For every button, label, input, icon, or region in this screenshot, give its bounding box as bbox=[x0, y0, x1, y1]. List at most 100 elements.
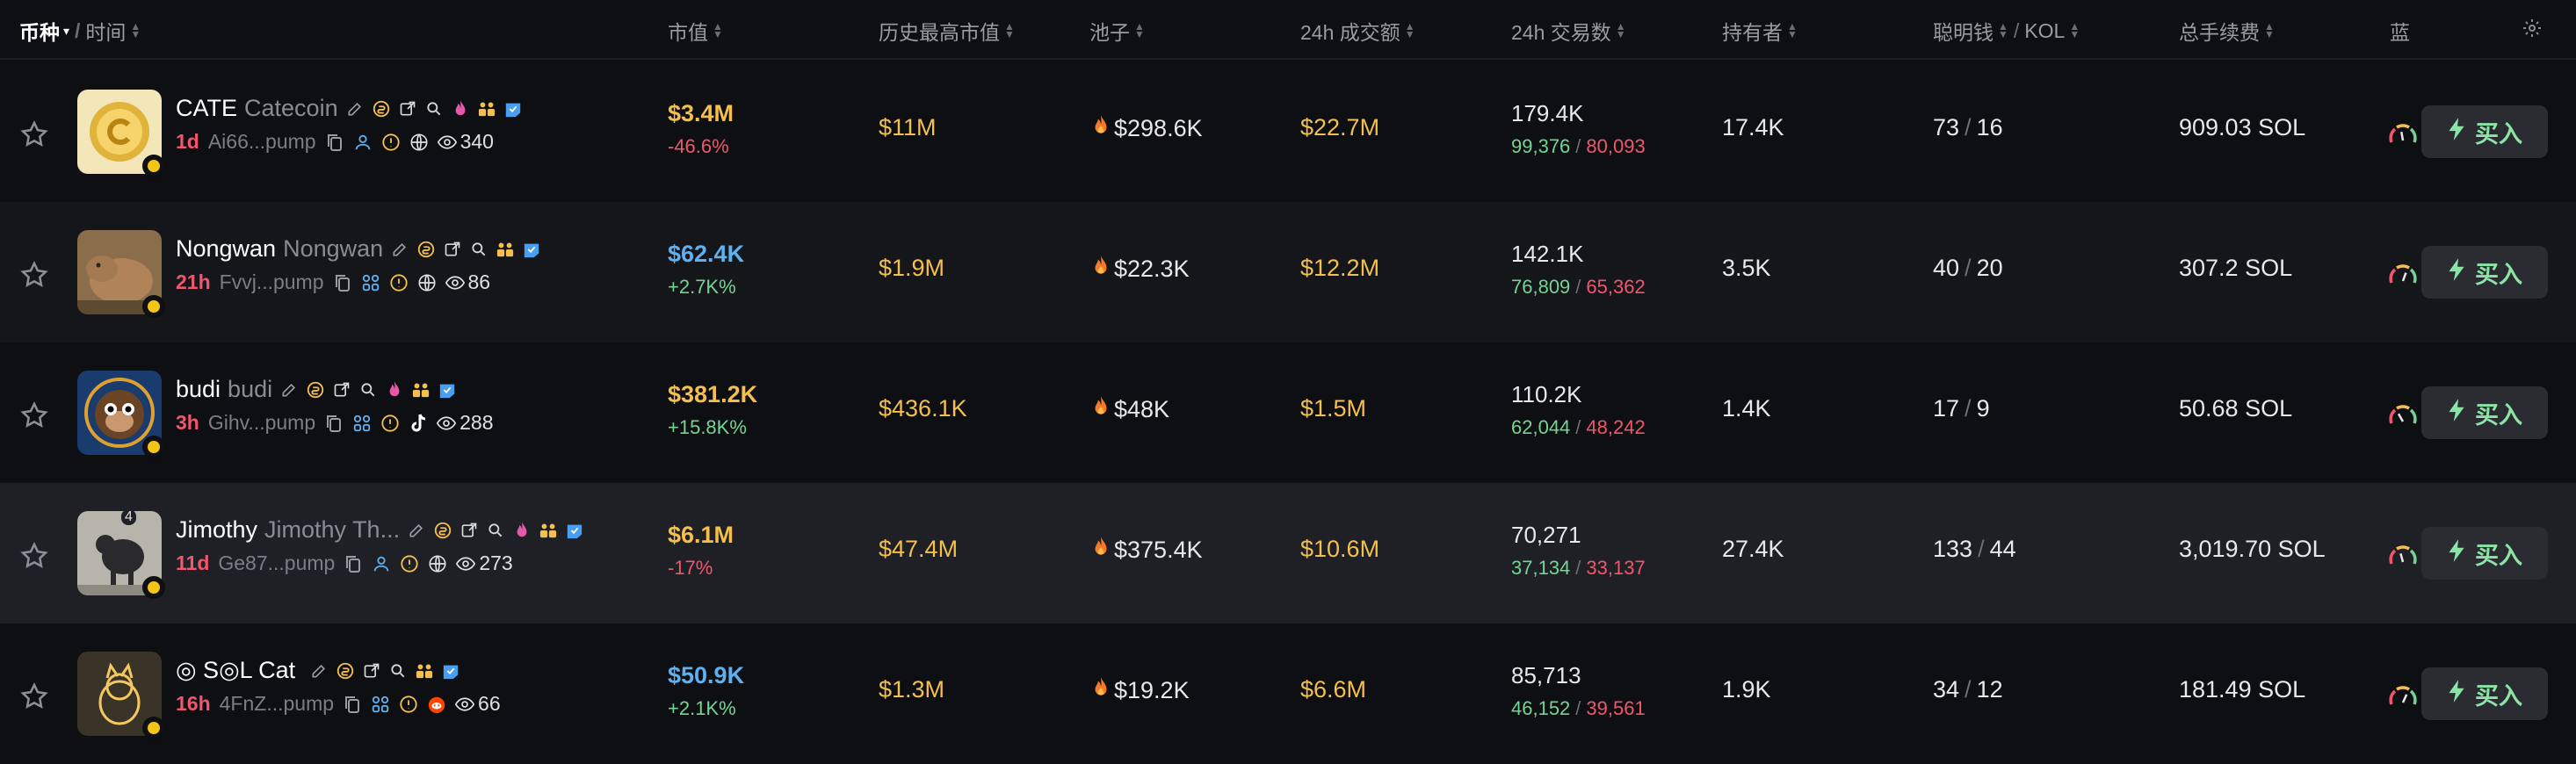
favorite-star-icon[interactable] bbox=[19, 400, 49, 430]
sell-count: 80,093 bbox=[1586, 135, 1646, 157]
liquidity-pool: $375.4K bbox=[1091, 536, 1203, 565]
share-icon[interactable] bbox=[362, 661, 381, 681]
tiktok-icon[interactable] bbox=[409, 413, 428, 433]
share-icon[interactable] bbox=[398, 99, 417, 119]
buy-sell-counts: 76,809/65,362 bbox=[1511, 276, 1646, 298]
smart-money-kol: 40/20 bbox=[1933, 255, 2003, 281]
market-cap-change: -46.6% bbox=[668, 135, 729, 157]
search-icon[interactable] bbox=[469, 240, 488, 259]
favorite-star-icon[interactable] bbox=[19, 119, 49, 149]
fire-icon bbox=[1091, 395, 1111, 424]
buy-label: 买入 bbox=[2475, 261, 2522, 288]
token-name-line: CATE Catecoin bbox=[176, 95, 523, 122]
market-cap-change: -17% bbox=[668, 557, 713, 579]
edit-pencil-icon[interactable] bbox=[390, 240, 409, 259]
edit-pencil-icon[interactable] bbox=[279, 380, 299, 400]
token-symbol[interactable]: Jimothy bbox=[176, 516, 257, 544]
favorite-star-icon[interactable] bbox=[19, 681, 49, 711]
market-cap: $3.4M bbox=[668, 100, 734, 126]
volume-column-header[interactable]: 24h 成交额 ▲ ▼ bbox=[1300, 16, 1415, 46]
share-icon[interactable] bbox=[459, 521, 479, 540]
coin-column-header[interactable]: 币种 ▾ / 时间 ▲ ▼ bbox=[19, 16, 141, 46]
holder-count: 17.4K bbox=[1722, 114, 1784, 141]
risk-gauge-icon bbox=[2388, 402, 2418, 427]
settings-gear-icon[interactable] bbox=[2522, 18, 2543, 39]
search-icon[interactable] bbox=[486, 521, 505, 540]
risk-gauge-icon bbox=[2388, 683, 2418, 708]
token-symbol[interactable]: budi bbox=[176, 376, 221, 403]
buy-count: 37,134 bbox=[1511, 557, 1571, 579]
copy-icon[interactable] bbox=[324, 414, 344, 433]
edit-pencil-icon[interactable] bbox=[407, 521, 426, 540]
token-row[interactable]: Jimothy Jimothy Th... 11d Ge87...pump 27… bbox=[0, 483, 2576, 623]
copy-icon[interactable] bbox=[343, 695, 362, 714]
holders-column-header[interactable]: 持有者 ▲ ▼ bbox=[1722, 16, 1798, 46]
buy-button[interactable]: 买入 bbox=[2421, 105, 2548, 158]
token-address[interactable]: Ge87...pump bbox=[218, 551, 335, 575]
website-globe-icon[interactable] bbox=[409, 133, 429, 152]
tx-count-24h: 179.4K bbox=[1511, 100, 1584, 126]
market-cap-change: +15.8K% bbox=[668, 416, 747, 438]
copy-icon[interactable] bbox=[344, 554, 363, 573]
token-age: 21h bbox=[176, 270, 211, 293]
mcap-column-header[interactable]: 市值 ▲ ▼ bbox=[668, 16, 723, 46]
token-address[interactable]: Gihv...pump bbox=[208, 411, 315, 435]
buy-button[interactable]: 买入 bbox=[2421, 667, 2548, 720]
token-row[interactable]: budi budi 3h Gihv...pump 288 $381.2K +15… bbox=[0, 342, 2576, 483]
copy-icon[interactable] bbox=[333, 273, 352, 292]
smart-money-count: 133 bbox=[1933, 536, 1973, 562]
blue-column-header[interactable]: 蓝 bbox=[2390, 16, 2410, 46]
time-sort-label[interactable]: 时间 bbox=[85, 16, 126, 46]
share-icon[interactable] bbox=[332, 380, 351, 400]
fees-column-header[interactable]: 总手续费 ▲ ▼ bbox=[2179, 16, 2275, 46]
buy-button[interactable]: 买入 bbox=[2421, 527, 2548, 580]
token-symbol[interactable]: CATE bbox=[176, 95, 237, 122]
search-icon[interactable] bbox=[424, 99, 444, 119]
buy-label: 买入 bbox=[2475, 120, 2522, 148]
txs-column-header[interactable]: 24h 交易数 ▲ ▼ bbox=[1511, 16, 1626, 46]
ath-column-header[interactable]: 历史最高市值 ▲ ▼ bbox=[879, 16, 1015, 46]
edit-pencil-icon[interactable] bbox=[345, 99, 365, 119]
sell-count: 48,242 bbox=[1586, 416, 1646, 438]
token-address[interactable]: Ai66...pump bbox=[208, 130, 316, 154]
copy-icon[interactable] bbox=[325, 133, 344, 152]
volume-24h: $10.6M bbox=[1300, 536, 1380, 562]
favorite-star-icon[interactable] bbox=[19, 541, 49, 571]
table-header: 币种 ▾ / 时间 ▲ ▼ 市值 ▲ ▼ 历史最高市值 ▲ ▼ 池子 ▲ ▼ 24h 成交额 ▲… bbox=[0, 0, 2576, 60]
token-meta-line: 16h 4FnZ...pump 66 bbox=[176, 692, 501, 716]
favorite-star-icon[interactable] bbox=[19, 260, 49, 290]
token-name-line: Nongwan Nongwan bbox=[176, 235, 541, 263]
buy-button[interactable]: 买入 bbox=[2421, 246, 2548, 299]
edit-pencil-icon[interactable] bbox=[309, 661, 329, 681]
pump-badge-icon bbox=[142, 576, 165, 599]
kol-count: 16 bbox=[1976, 114, 2003, 141]
token-row[interactable]: Nongwan Nongwan 21h Fvvj...pump 86 $62.4… bbox=[0, 202, 2576, 342]
tx-count-24h: 85,713 bbox=[1511, 662, 1581, 688]
ath-market-cap: $436.1K bbox=[879, 395, 967, 422]
coin-dollar-icon bbox=[306, 380, 325, 400]
website-globe-icon[interactable] bbox=[417, 273, 437, 292]
buy-button[interactable]: 买入 bbox=[2421, 386, 2548, 439]
token-address[interactable]: 4FnZ...pump bbox=[220, 692, 334, 716]
kol-count: 20 bbox=[1976, 255, 2003, 281]
website-globe-icon[interactable] bbox=[428, 554, 447, 573]
pool-column-header[interactable]: 池子 ▲ ▼ bbox=[1089, 16, 1145, 46]
search-icon[interactable] bbox=[358, 380, 378, 400]
token-symbol[interactable]: Nongwan bbox=[176, 235, 276, 263]
search-icon[interactable] bbox=[388, 661, 408, 681]
token-symbol[interactable]: ◎ S◎L Cat bbox=[176, 657, 295, 684]
token-address[interactable]: Fvvj...pump bbox=[220, 270, 324, 294]
share-icon[interactable] bbox=[443, 240, 462, 259]
buy-count: 76,809 bbox=[1511, 276, 1571, 298]
smart-kol-column-header[interactable]: 聪明钱 ▲ ▼ / KOL ▲ ▼ bbox=[1933, 16, 2080, 46]
token-row[interactable]: CATE Catecoin 1d Ai66...pump 340 $3.4M -… bbox=[0, 61, 2576, 202]
buy-sell-counts: 37,134/33,137 bbox=[1511, 557, 1646, 579]
token-row[interactable]: ◎ S◎L Cat 16h 4FnZ...pump 66 $50.9K +2.1… bbox=[0, 623, 2576, 764]
reddit-icon[interactable] bbox=[427, 695, 446, 714]
market-cap: $381.2K bbox=[668, 381, 758, 407]
view-count: 66 bbox=[478, 692, 501, 715]
sort-icon: ▲ ▼ bbox=[1998, 20, 2008, 40]
pool-value: $298.6K bbox=[1114, 115, 1203, 141]
holder-count: 3.5K bbox=[1722, 255, 1771, 281]
liquidity-pool: $48K bbox=[1091, 395, 1169, 424]
